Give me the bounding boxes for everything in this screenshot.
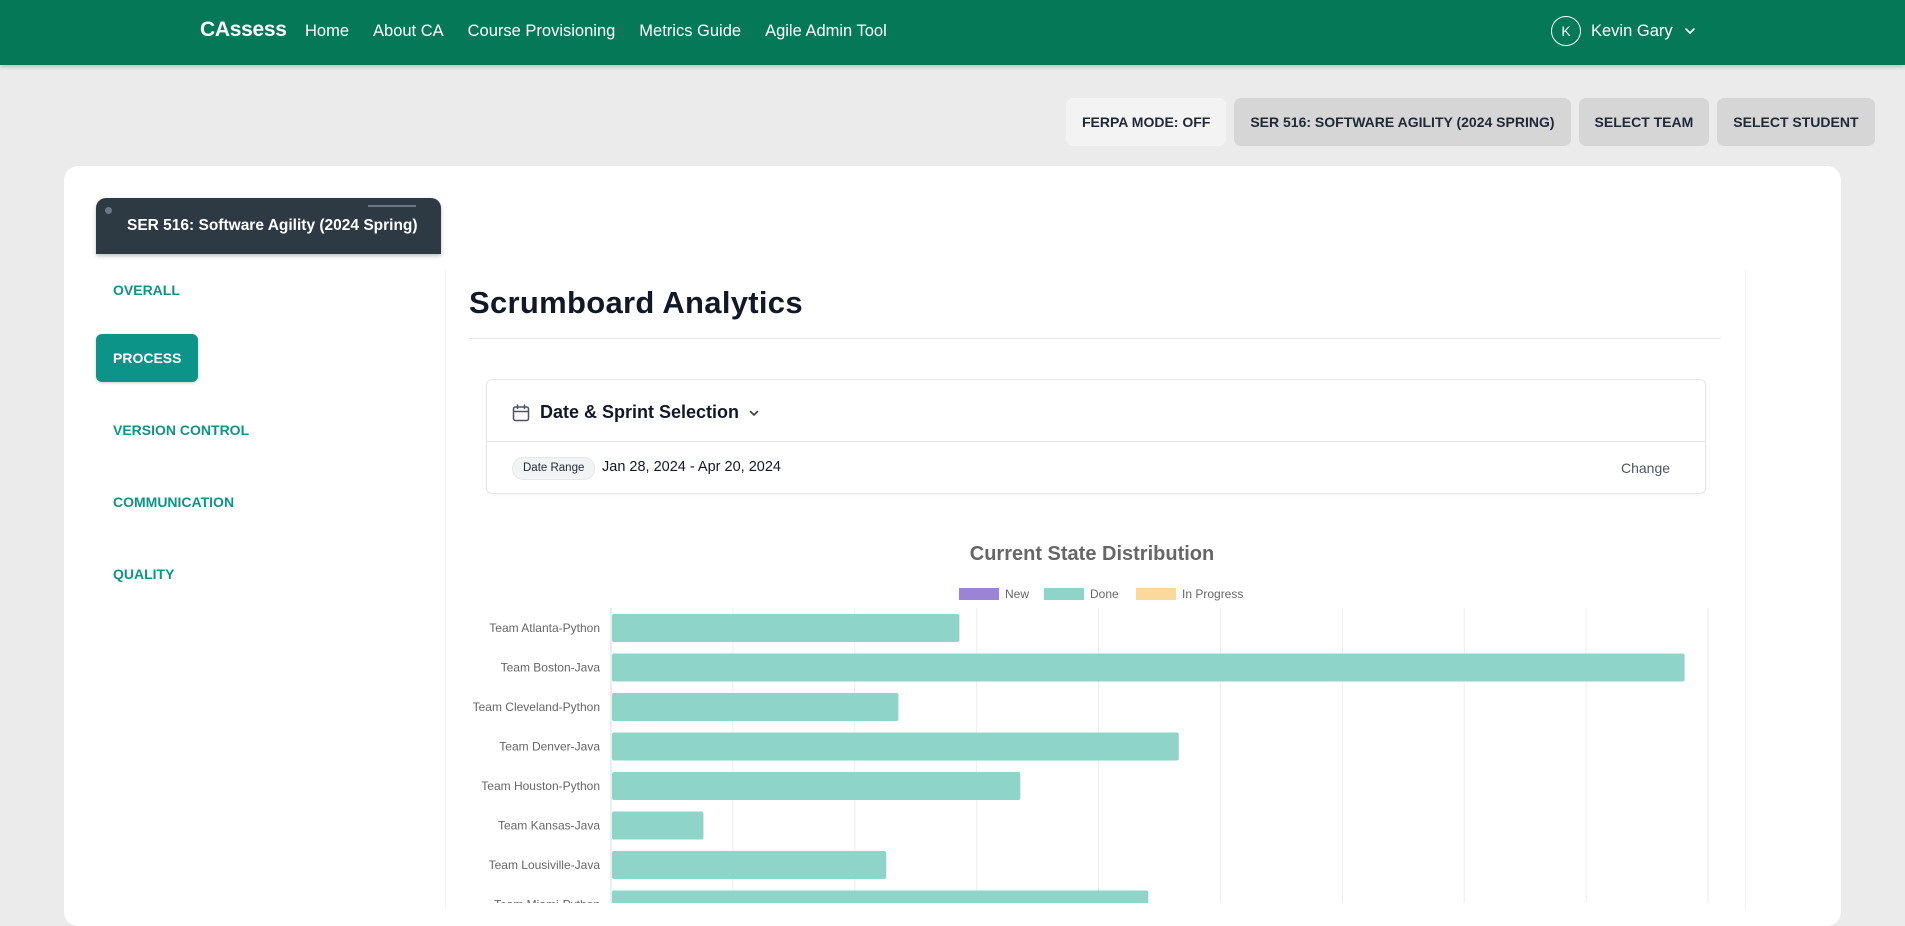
sidebar-item-communication[interactable]: COMMUNICATION	[96, 478, 251, 526]
sidebar-item-process[interactable]: PROCESS	[96, 334, 199, 382]
legend-swatch	[959, 588, 999, 600]
bar-done	[612, 693, 899, 721]
state-distribution-chart: Current State Distribution New Done In Prog…	[473, 543, 1709, 904]
tick-label: Team Boston-Java	[501, 661, 601, 675]
course-select-button[interactable]: SER 516: SOFTWARE AGILITY (2024 SPRING)	[1234, 98, 1571, 146]
chevron-down-icon	[1684, 28, 1695, 35]
team-select-button[interactable]: SELECT TEAM	[1578, 98, 1710, 146]
sidebar-item-quality[interactable]: QUALITY	[96, 550, 191, 598]
course-title: SER 516: Software Agility (2024 Spring)	[127, 217, 418, 234]
sidebar-item-version-control[interactable]: VERSION CONTROL	[96, 406, 266, 454]
nav-about[interactable]: About CA	[373, 22, 444, 41]
legend-swatch	[1044, 588, 1084, 600]
title-divider	[469, 338, 1721, 339]
nav-metrics-guide[interactable]: Metrics Guide	[639, 22, 741, 41]
sidebar-item-overall[interactable]: OVERALL	[96, 266, 197, 314]
date-sprint-panel: Date & Sprint Selection Date Range Jan 2…	[486, 379, 1706, 494]
bar-done	[612, 772, 1021, 800]
bar-done	[612, 811, 704, 840]
panel-divider	[487, 441, 1705, 442]
legend-label: Done	[1090, 587, 1119, 601]
bar-done	[612, 732, 1179, 761]
date-range-badge: Date Range	[512, 457, 596, 480]
legend-label: New	[1005, 587, 1029, 601]
ferpa-mode-button[interactable]: FERPA MODE: OFF	[1066, 98, 1227, 146]
top-navbar: CAssess Home About CA Course Provisionin…	[0, 0, 1905, 65]
tab-bar	[368, 205, 416, 207]
tick-label: Team Atlanta-Python	[489, 621, 600, 635]
nav-course-provisioning[interactable]: Course Provisioning	[468, 22, 616, 41]
tick-label: Team Kansas-Java	[498, 819, 600, 833]
user-name: Kevin Gary	[1591, 21, 1673, 40]
tick-label: Team Denver-Java	[499, 740, 600, 754]
legend-label: In Progress	[1182, 587, 1243, 601]
avatar: K	[1551, 16, 1581, 46]
course-header-tab: SER 516: Software Agility (2024 Spring)	[96, 198, 441, 254]
nav-links: Home About CA Course Provisioning Metric…	[305, 22, 887, 41]
chevron-down-icon	[749, 410, 759, 416]
tick-label: Team Cleveland-Python	[473, 700, 600, 714]
tab-dot	[105, 207, 112, 214]
calendar-icon	[512, 403, 530, 421]
date-range-value: Jan 28, 2024 - Apr 20, 2024	[602, 459, 781, 475]
page-title: Scrumboard Analytics	[469, 285, 803, 320]
bar-done	[612, 890, 1149, 903]
chart-title: Current State Distribution	[970, 543, 1214, 565]
tick-label: Team Miami-Python	[494, 898, 600, 904]
date-sprint-heading: Date & Sprint Selection	[540, 402, 740, 422]
bar-done	[612, 851, 887, 879]
change-date-button[interactable]: Change	[1621, 460, 1670, 476]
bar-done	[612, 614, 960, 642]
nav-home[interactable]: Home	[305, 22, 349, 41]
student-select-button[interactable]: SELECT STUDENT	[1717, 98, 1875, 146]
legend-swatch	[1136, 588, 1176, 600]
content-divider-left	[445, 270, 446, 910]
context-selectors: FERPA MODE: OFF SER 516: SOFTWARE AGILIT…	[1066, 98, 1875, 146]
brand-logo[interactable]: CAssess	[200, 18, 287, 42]
tick-label: Team Lousiville-Java	[489, 858, 601, 872]
content-divider-right	[1745, 270, 1746, 910]
user-menu[interactable]: K Kevin Gary	[1551, 16, 1697, 46]
nav-agile-admin-tool[interactable]: Agile Admin Tool	[765, 22, 887, 41]
tick-label: Team Houston-Python	[481, 779, 600, 793]
bar-done	[612, 653, 1685, 682]
date-sprint-toggle[interactable]: Date & Sprint Selection	[511, 402, 760, 423]
